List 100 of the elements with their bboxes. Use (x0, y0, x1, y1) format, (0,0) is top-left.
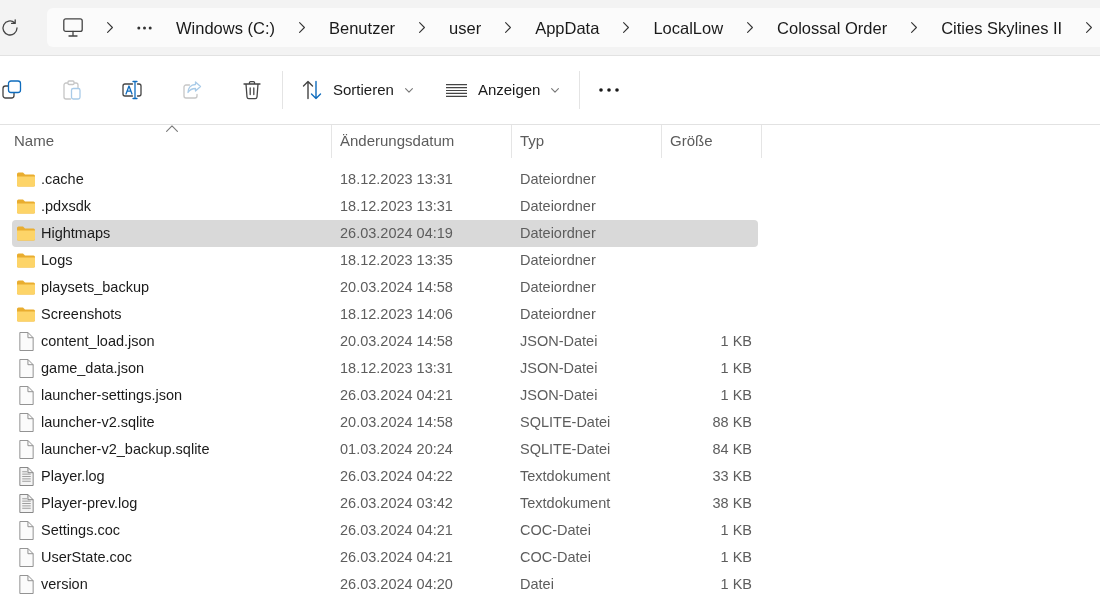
file-icon (18, 386, 34, 405)
file-icon (18, 332, 34, 351)
folder-icon (17, 307, 35, 322)
breadcrumb-item[interactable]: Cities Skylines II (941, 17, 1063, 38)
file-icon (18, 548, 34, 567)
file-type: Dateiordner (520, 278, 596, 295)
file-row[interactable]: version 26.03.2024 04:20 Datei 1 KB (12, 571, 758, 598)
file-type: JSON-Datei (520, 359, 598, 376)
chevron-down-icon (551, 87, 560, 93)
file-row[interactable]: launcher-v2.sqlite 20.03.2024 14:58 SQLITE-Datei 88 KB (12, 409, 758, 436)
file-row[interactable]: game_data.json 18.12.2023 13:31 JSON-Datei 1 KB (12, 355, 758, 382)
sort-menu-button[interactable]: Sortieren (294, 72, 421, 108)
file-name: .cache (41, 169, 84, 189)
breadcrumb-item[interactable]: Benutzer (329, 17, 396, 38)
breadcrumb-item[interactable]: user (449, 17, 482, 38)
modified-date: 26.03.2024 04:21 (340, 386, 453, 403)
file-name: Logs (41, 250, 73, 270)
file-size: 1 KB (720, 574, 752, 594)
sort-arrows-icon (302, 80, 322, 100)
file-type: Dateiordner (520, 197, 596, 214)
modified-date: 26.03.2024 04:20 (340, 575, 453, 592)
file-name: Settings.coc (41, 520, 120, 540)
file-type: Datei (520, 575, 554, 592)
breadcrumb-item[interactable]: Windows (C:) (176, 17, 275, 38)
chevron-right-icon[interactable] (747, 22, 754, 33)
ellipsis-icon[interactable] (137, 25, 152, 30)
file-icon (18, 575, 34, 594)
file-size: 33 KB (712, 466, 752, 486)
chevron-right-icon[interactable] (107, 22, 113, 33)
file-type: SQLITE-Datei (520, 413, 611, 430)
rename-button[interactable] (120, 78, 144, 102)
file-type: Dateiordner (520, 305, 596, 322)
column-header[interactable]: Änderungsdatum (332, 125, 512, 158)
breadcrumb-item[interactable]: AppData (535, 17, 600, 38)
column-header[interactable]: Größe (662, 125, 762, 158)
file-size: 1 KB (720, 520, 752, 540)
file-type: Textdokument (520, 467, 611, 484)
chevron-right-icon[interactable] (299, 22, 305, 33)
file-row[interactable]: playsets_backup 20.03.2024 14:58 Dateiordner (12, 274, 758, 301)
file-row[interactable]: Logs 18.12.2023 13:35 Dateiordner (12, 247, 758, 274)
rename-icon (122, 80, 142, 100)
file-row[interactable]: Hightmaps 26.03.2024 04:19 Dateiordner (12, 220, 758, 247)
modified-date: 18.12.2023 13:31 (340, 359, 453, 376)
file-row[interactable]: UserState.coc 26.03.2024 04:21 COC-Datei 1 KB (12, 544, 758, 571)
modified-date: 20.03.2024 14:58 (340, 413, 453, 430)
modified-date: 18.12.2023 13:31 (340, 170, 453, 187)
refresh-button[interactable] (0, 18, 19, 37)
chevron-right-icon[interactable] (1086, 22, 1093, 33)
address-field[interactable]: Windows (C:) Benutzer user AppData LocalLow Colossal Order Cities Skylines II (47, 8, 1100, 47)
file-name: UserState.coc (41, 547, 133, 567)
file-type: COC-Datei (520, 521, 591, 538)
file-row[interactable]: Settings.coc 26.03.2024 04:21 COC-Datei 1 KB (12, 517, 758, 544)
file-icon (18, 440, 34, 459)
modified-date: 26.03.2024 04:19 (340, 224, 453, 241)
file-name: content_load.json (41, 331, 155, 351)
file-name: Hightmaps (41, 223, 111, 243)
file-row[interactable]: Screenshots 18.12.2023 14:06 Dateiordner (12, 301, 758, 328)
breadcrumb-item[interactable]: LocalLow (653, 17, 724, 38)
file-row[interactable]: Player-prev.log 26.03.2024 03:42 Textdokument 38 KB (12, 490, 758, 517)
file-type: Dateiordner (520, 170, 596, 187)
file-name: launcher-v2_backup.sqlite (41, 439, 210, 459)
file-icon (18, 521, 34, 540)
sort-caret-icon (165, 125, 178, 132)
file-type: Dateiordner (520, 251, 596, 268)
view-menu-button[interactable]: Anzeigen (437, 72, 568, 108)
modified-date: 18.12.2023 14:06 (340, 305, 453, 322)
modified-date: 01.03.2024 20:24 (340, 440, 453, 457)
file-type: SQLITE-Datei (520, 440, 611, 457)
text-file-icon (18, 494, 34, 513)
file-row[interactable]: .cache 18.12.2023 13:31 Dateiordner (12, 166, 758, 193)
breadcrumb-item[interactable]: Colossal Order (777, 17, 888, 38)
chevron-right-icon[interactable] (623, 22, 630, 33)
file-name: launcher-settings.json (41, 385, 183, 405)
text-file-icon (18, 467, 34, 486)
file-name: Player.log (41, 466, 105, 486)
file-size: 84 KB (712, 439, 752, 459)
modified-date: 26.03.2024 03:42 (340, 494, 453, 511)
file-size: 1 KB (720, 331, 752, 351)
modified-date: 20.03.2024 14:58 (340, 278, 453, 295)
chevron-right-icon[interactable] (419, 22, 426, 33)
column-header[interactable]: Name (12, 125, 332, 158)
chevron-right-icon[interactable] (505, 22, 512, 33)
file-row[interactable]: launcher-settings.json 26.03.2024 04:21 JSON-Datei 1 KB (12, 382, 758, 409)
file-size: 88 KB (712, 412, 752, 432)
file-row[interactable]: launcher-v2_backup.sqlite 01.03.2024 20:24 SQLITE-Datei 84 KB (12, 436, 758, 463)
modified-date: 26.03.2024 04:21 (340, 548, 453, 565)
file-name: Player-prev.log (41, 493, 138, 513)
file-row[interactable]: content_load.json 20.03.2024 14:58 JSON-Datei 1 KB (12, 328, 758, 355)
column-header[interactable]: Typ (512, 125, 662, 158)
folder-icon (17, 226, 35, 241)
monitor-icon[interactable] (63, 18, 83, 37)
refresh-icon (0, 18, 19, 37)
file-row[interactable]: Player.log 26.03.2024 04:22 Textdokument 33 KB (12, 463, 758, 490)
file-icon (18, 413, 34, 432)
chevron-right-icon[interactable] (911, 22, 918, 33)
file-row[interactable]: .pdxsdk 18.12.2023 13:31 Dateiordner (12, 193, 758, 220)
copy-button[interactable] (0, 78, 24, 102)
clipboard-icon (62, 80, 82, 100)
modified-date: 18.12.2023 13:35 (340, 251, 453, 268)
file-name: game_data.json (41, 358, 145, 378)
